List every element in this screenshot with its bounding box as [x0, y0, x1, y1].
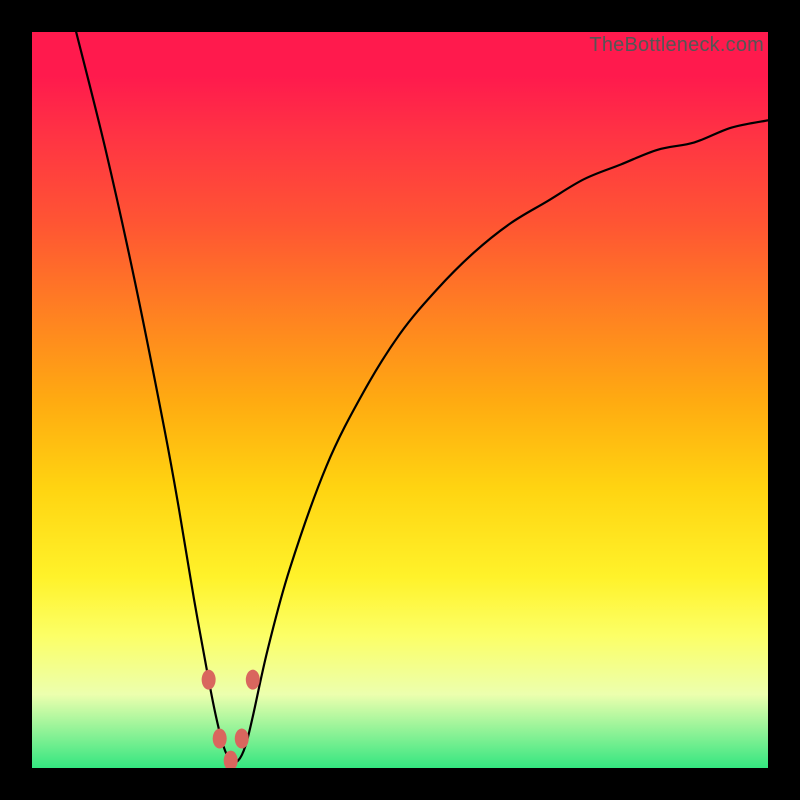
watermark-text: TheBottleneck.com — [589, 34, 764, 57]
curve-marker — [246, 670, 260, 690]
curve-markers — [202, 670, 260, 768]
curve-marker — [235, 729, 249, 749]
curve-marker — [202, 670, 216, 690]
bottleneck-curve — [76, 32, 768, 762]
chart-gradient-area — [32, 32, 768, 768]
chart-frame: TheBottleneck.com — [0, 0, 800, 800]
curve-marker — [213, 729, 227, 749]
chart-svg — [32, 32, 768, 768]
